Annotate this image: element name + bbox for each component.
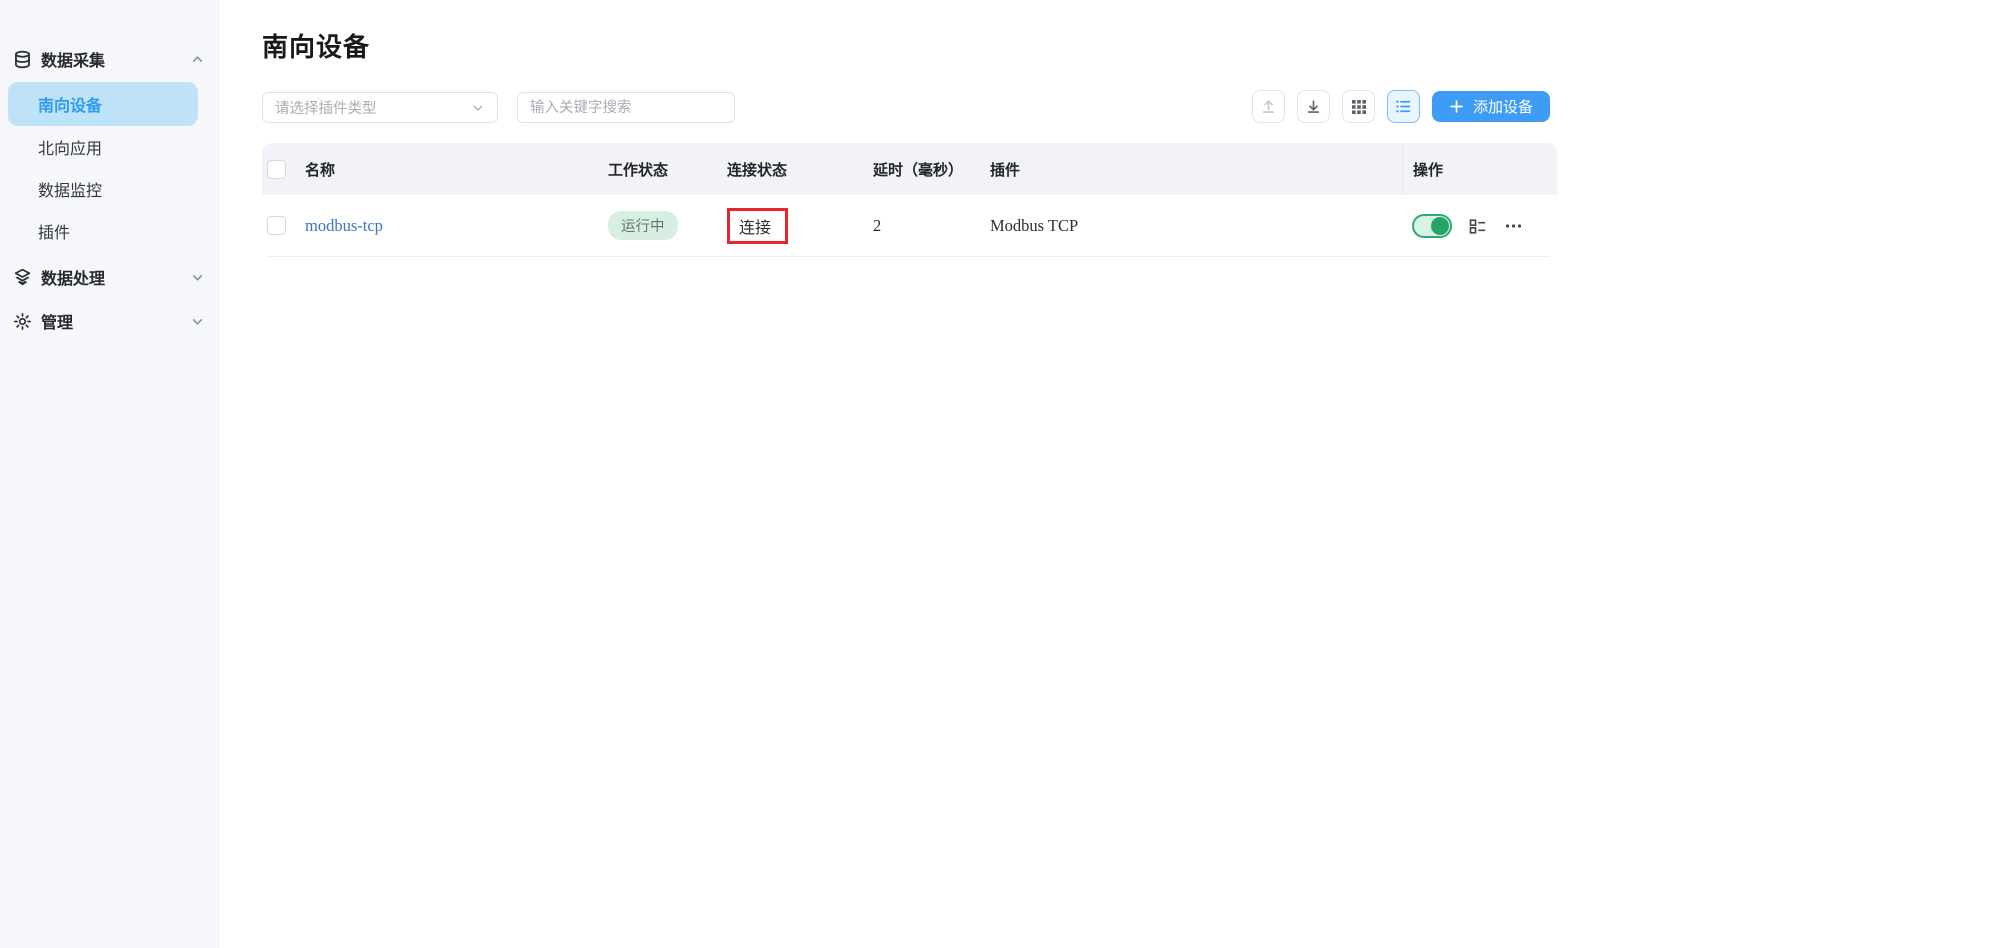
select-placeholder: 请选择插件类型 [275,97,471,118]
sidebar-item-northbound-apps[interactable]: 北向应用 [0,126,220,168]
sidebar-item-plugins[interactable]: 插件 [0,210,220,252]
device-tags-icon[interactable] [1467,216,1488,236]
filter-bar: 请选择插件类型 [262,92,735,123]
sidebar-nav: 数据采集 南向设备 北向应用 数据监控 插件 数据处理 [0,0,220,340]
sidebar-item-label: 插件 [38,219,70,243]
header-delay: 延时（毫秒） [863,159,980,180]
add-device-button[interactable]: 添加设备 [1432,91,1550,122]
chevron-up-icon [191,53,204,66]
grid-view-icon [1351,99,1367,115]
chevron-down-icon [471,101,485,115]
sidebar-group-label: 数据处理 [41,265,105,289]
delay-value: 2 [863,216,980,236]
upload-icon [1260,98,1277,115]
data-process-icon [12,267,32,287]
work-status-badge: 运行中 [608,211,678,240]
toolbar: 添加设备 [1252,90,1550,123]
download-button[interactable] [1297,90,1330,123]
toggle-knob [1431,217,1449,235]
header-name: 名称 [295,159,598,180]
upload-button[interactable] [1252,90,1285,123]
list-view-button[interactable] [1387,90,1420,123]
plus-icon [1449,99,1464,114]
row-checkbox[interactable] [267,216,286,235]
list-view-icon [1395,98,1412,115]
devices-table: 名称 工作状态 连接状态 延时（毫秒） 插件 操作 modbus-tcp 运行中… [262,143,1557,257]
download-icon [1305,98,1322,115]
header-plugin: 插件 [980,159,1402,180]
sidebar-group-label: 管理 [41,309,73,333]
sidebar-item-label: 数据监控 [38,177,102,201]
grid-view-button[interactable] [1342,90,1375,123]
sidebar-group-label: 数据采集 [41,47,105,71]
sidebar-group-data-collection[interactable]: 数据采集 [0,40,220,78]
sidebar-item-label: 北向应用 [38,135,102,159]
database-icon [12,49,32,69]
gear-icon [12,311,32,331]
add-device-label: 添加设备 [1473,96,1533,117]
header-actions: 操作 [1402,143,1557,195]
plugin-type-select[interactable]: 请选择插件类型 [262,92,498,123]
page-title: 南向设备 [262,30,370,64]
more-actions-icon[interactable] [1503,216,1524,236]
sidebar-item-southbound-devices[interactable]: 南向设备 [8,82,198,126]
sidebar-group-data-processing[interactable]: 数据处理 [0,258,220,296]
row-checkbox-cell [262,216,295,235]
search-box [517,92,735,123]
sidebar-item-data-monitoring[interactable]: 数据监控 [0,168,220,210]
device-enabled-toggle[interactable] [1412,214,1452,238]
table-header-row: 名称 工作状态 连接状态 延时（毫秒） 插件 操作 [262,143,1557,195]
device-name-link[interactable]: modbus-tcp [305,216,383,235]
select-all-checkbox[interactable] [267,160,286,179]
plugin-value: Modbus TCP [980,216,1402,236]
search-input[interactable] [517,92,735,123]
sidebar: 数据采集 南向设备 北向应用 数据监控 插件 数据处理 [0,0,220,948]
connection-status-annotation: 连接 [727,208,788,244]
chevron-down-icon [191,271,204,284]
header-checkbox-cell [262,160,295,179]
header-work-status: 工作状态 [598,159,717,180]
table-row: modbus-tcp 运行中 连接 2 Modbus TCP [262,195,1557,257]
sidebar-group-management[interactable]: 管理 [0,302,220,340]
chevron-down-icon [191,315,204,328]
header-connection-status: 连接状态 [717,159,863,180]
sidebar-item-label: 南向设备 [38,92,102,116]
